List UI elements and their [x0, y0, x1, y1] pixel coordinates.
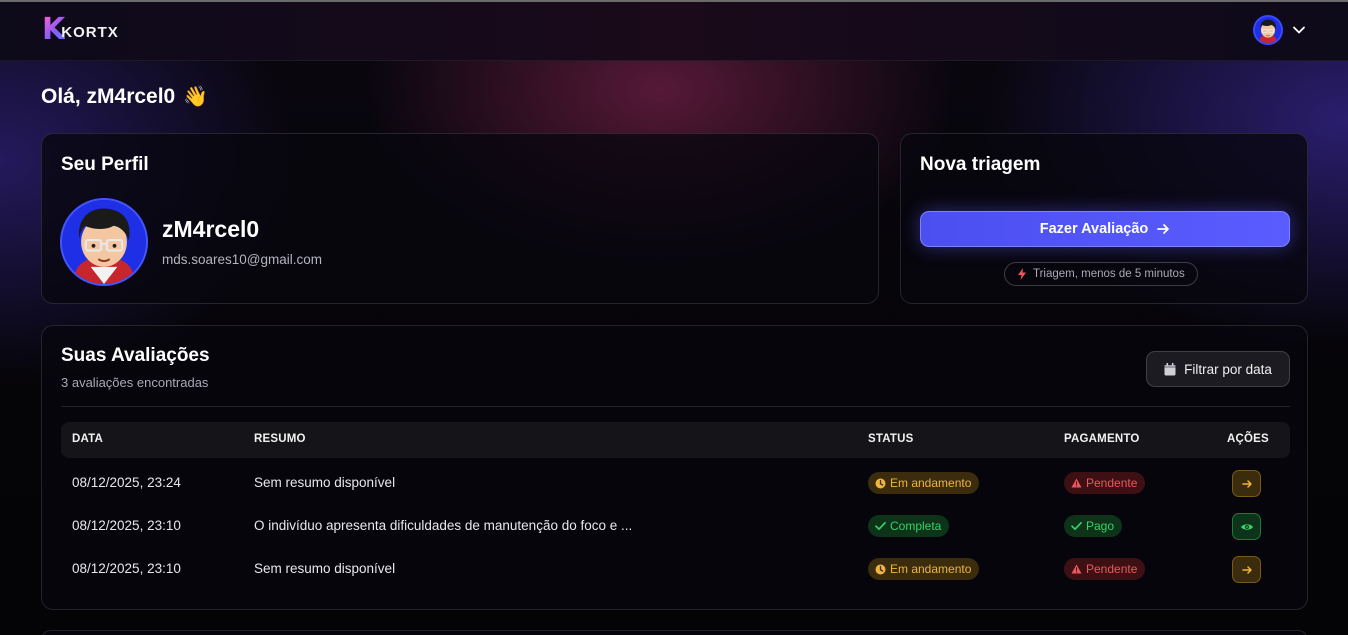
top-navbar: K KORTX: [0, 2, 1348, 61]
profile-card-title: Seu Perfil: [61, 154, 149, 175]
chevron-down-icon[interactable]: [1292, 23, 1306, 37]
table-row: 08/12/2025, 23:24 Sem resumo disponível …: [61, 462, 1290, 505]
section-divider: [61, 406, 1290, 407]
column-header-status: STATUS: [868, 433, 914, 445]
table-row: 08/12/2025, 23:10 O indivíduo apresenta …: [61, 505, 1290, 548]
waving-hand-icon: 👋: [183, 86, 209, 108]
status-badge: Em andamento: [868, 558, 980, 580]
filter-by-date-label: Filtrar por data: [1184, 361, 1272, 377]
arrow-right-icon: [1241, 479, 1252, 488]
view-evaluation-button[interactable]: [1232, 513, 1261, 540]
greeting-text: Olá, zM4rcel0: [41, 84, 176, 108]
column-header-date: DATA: [72, 433, 104, 445]
payment-badge: Pago: [1064, 515, 1123, 537]
greeting-heading: Olá, zM4rcel0 👋: [41, 84, 208, 109]
row-date: 08/12/2025, 23:10: [72, 561, 181, 576]
payment-text: Pago: [1086, 519, 1115, 533]
continue-evaluation-button[interactable]: [1232, 556, 1261, 583]
clock-icon: [875, 478, 886, 488]
evaluations-title: Suas Avaliações: [61, 345, 210, 366]
calendar-icon: [1164, 362, 1176, 375]
payment-text: Pendente: [1086, 562, 1138, 576]
row-summary: Sem resumo disponível: [254, 475, 396, 490]
status-text: Em andamento: [890, 476, 972, 490]
arrow-right-icon: [1157, 224, 1170, 234]
payment-badge: Pendente: [1064, 558, 1146, 580]
clock-icon: [875, 564, 886, 574]
payment-badge: Pendente: [1064, 472, 1146, 494]
user-avatar[interactable]: [1253, 15, 1283, 45]
table-row: 08/12/2025, 23:10 Sem resumo disponível …: [61, 548, 1290, 591]
column-header-payment: PAGAMENTO: [1064, 433, 1140, 445]
profile-card: Seu Perfil zM4rcel0 mds.soares10@gmail.c…: [41, 133, 879, 304]
lightning-icon: [1018, 268, 1026, 280]
column-header-summary: RESUMO: [254, 433, 306, 445]
triage-hint-text: Triagem, menos de 5 minutos: [1033, 268, 1185, 280]
new-triage-card: Nova triagem Fazer Avaliação Triagem, me…: [900, 133, 1308, 304]
next-card-edge: [41, 630, 1308, 635]
table-header: DATA RESUMO STATUS PAGAMENTO AÇÕES: [61, 422, 1290, 458]
avatar-illustration-icon: [62, 200, 146, 284]
warning-icon: [1071, 564, 1082, 574]
row-date: 08/12/2025, 23:24: [72, 475, 181, 490]
row-summary: O indivíduo apresenta dificuldades de ma…: [254, 518, 633, 533]
eye-icon: [1240, 523, 1253, 530]
status-badge: Completa: [868, 515, 950, 537]
status-text: Completa: [890, 519, 942, 533]
payment-text: Pendente: [1086, 476, 1138, 490]
user-menu[interactable]: [1253, 15, 1306, 45]
row-summary: Sem resumo disponível: [254, 561, 396, 576]
profile-avatar: [60, 198, 148, 286]
triage-duration-hint: Triagem, menos de 5 minutos: [1004, 262, 1198, 286]
triage-card-title: Nova triagem: [920, 154, 1041, 175]
start-evaluation-button[interactable]: Fazer Avaliação: [920, 211, 1290, 247]
continue-evaluation-button[interactable]: [1232, 470, 1261, 497]
column-header-actions: AÇÕES: [1227, 433, 1269, 445]
status-text: Em andamento: [890, 562, 972, 576]
kortx-logo[interactable]: K KORTX: [42, 15, 119, 45]
start-evaluation-label: Fazer Avaliação: [1039, 221, 1149, 237]
warning-icon: [1071, 478, 1082, 488]
evaluations-count: 3 avaliações encontradas: [61, 375, 209, 390]
filter-by-date-button[interactable]: Filtrar por data: [1146, 351, 1290, 387]
profile-email: mds.soares10@gmail.com: [162, 252, 323, 267]
check-icon: [875, 521, 886, 531]
evaluations-card: Suas Avaliações 3 avaliações encontradas…: [41, 325, 1308, 610]
arrow-right-icon: [1241, 565, 1252, 574]
status-badge: Em andamento: [868, 472, 980, 494]
check-icon: [1071, 521, 1082, 531]
row-date: 08/12/2025, 23:10: [72, 518, 181, 533]
avatar-illustration-icon: [1255, 17, 1281, 43]
dashboard-main: Olá, zM4rcel0 👋 Seu Perfil zM4rcel0 mds.…: [0, 0, 1348, 635]
logo-text: KORTX: [61, 23, 119, 41]
profile-username: zM4rcel0: [162, 216, 260, 242]
